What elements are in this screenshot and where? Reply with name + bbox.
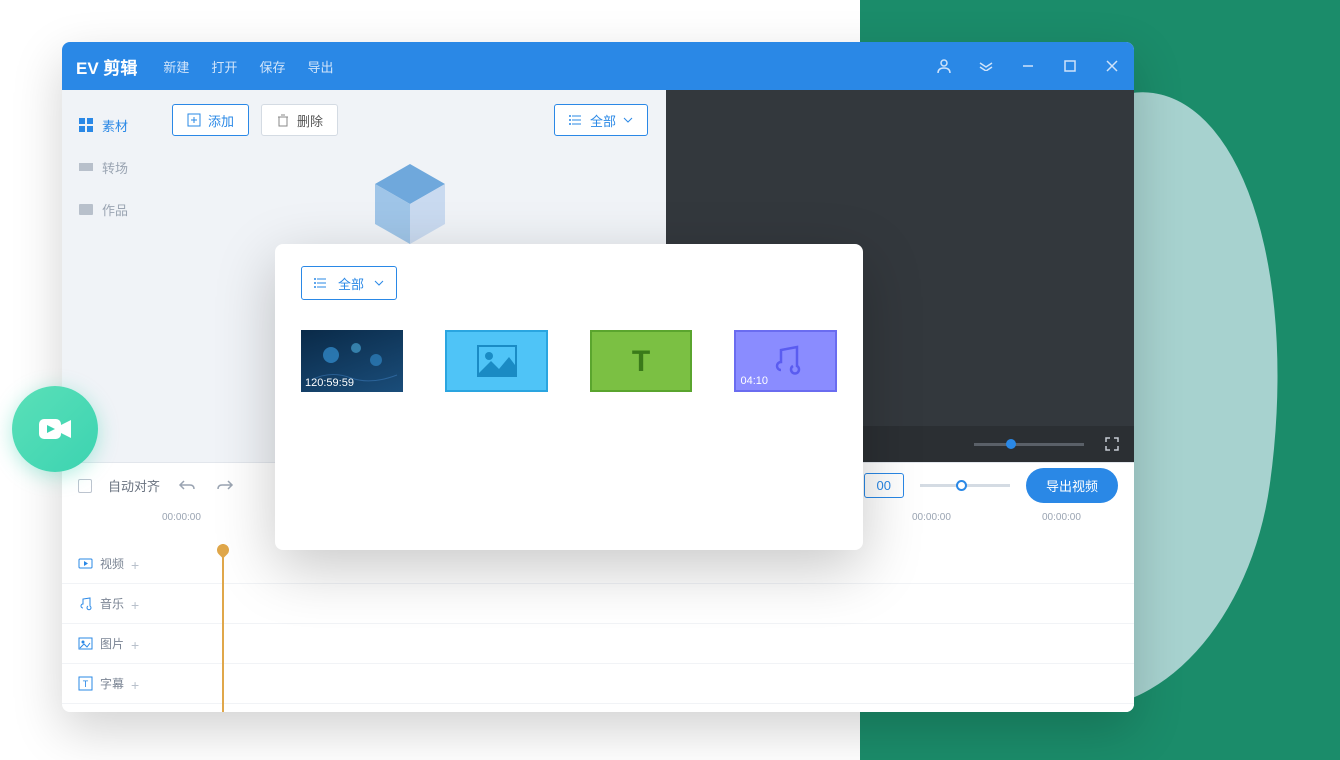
add-button[interactable]: 添加: [172, 104, 249, 136]
ruler-tick: 00:00:00: [1042, 512, 1081, 523]
menu-export[interactable]: 导出: [307, 57, 333, 76]
floating-app-icon: [12, 386, 98, 472]
popup-filter-button[interactable]: 全部: [301, 266, 397, 300]
material-popup: 全部 120:59:59 T 04:10: [275, 244, 863, 550]
transition-icon: [78, 159, 94, 175]
chevron-down-icon: [374, 280, 384, 286]
redo-button[interactable]: [214, 475, 236, 497]
add-track-button[interactable]: +: [131, 597, 145, 611]
thumbnail-text[interactable]: T: [590, 330, 693, 392]
thumbnail-image[interactable]: [445, 330, 548, 392]
maximize-icon[interactable]: [1062, 58, 1078, 74]
sidebar-item-transition[interactable]: 转场: [62, 146, 154, 188]
add-track-button[interactable]: +: [131, 557, 145, 571]
export-video-button[interactable]: 导出视频: [1026, 468, 1118, 503]
sidebar-item-label: 转场: [102, 158, 128, 177]
menu-new[interactable]: 新建: [163, 57, 189, 76]
chevron-down-icon: [623, 117, 633, 123]
sidebar-item-material[interactable]: 素材: [62, 104, 154, 146]
dropdown-icon[interactable]: [978, 58, 994, 74]
folder-icon: [78, 201, 94, 217]
menu-save[interactable]: 保存: [259, 57, 285, 76]
filter-all-button[interactable]: 全部: [554, 104, 648, 136]
delete-button[interactable]: 删除: [261, 104, 338, 136]
main-menu: 新建 打开 保存 导出: [163, 57, 333, 76]
sidebar-item-works[interactable]: 作品: [62, 188, 154, 230]
ruler-tick: 00:00:00: [162, 512, 201, 523]
auto-align-label: 自动对齐: [108, 476, 160, 495]
volume-slider[interactable]: [974, 443, 1084, 446]
zoom-slider[interactable]: [920, 484, 1010, 487]
video-icon: [78, 556, 93, 571]
close-icon[interactable]: [1104, 58, 1120, 74]
thumbnail-duration: 120:59:59: [305, 377, 354, 389]
sidebar-item-label: 作品: [102, 200, 128, 219]
grid-icon: [78, 117, 94, 133]
camera-icon: [35, 409, 75, 449]
menu-open[interactable]: 打开: [211, 57, 237, 76]
minimize-icon[interactable]: [1020, 58, 1036, 74]
title-bar: EV 剪辑 新建 打开 保存 导出: [62, 42, 1134, 90]
thumbnail-video[interactable]: 120:59:59: [301, 330, 403, 392]
music-icon: [78, 596, 93, 611]
timeline-tracks: 视频+ 音乐+ 图片+ T字幕+ 配音+: [62, 544, 1134, 712]
trash-icon: [276, 113, 290, 127]
fullscreen-icon[interactable]: [1104, 436, 1120, 452]
cube-illustration: [345, 164, 475, 244]
list-icon: [569, 114, 583, 126]
svg-text:T: T: [83, 679, 89, 689]
image-icon: [477, 345, 517, 377]
auto-align-checkbox[interactable]: [78, 479, 92, 493]
music-icon: [769, 344, 803, 378]
ruler-tick: 00:00:00: [912, 512, 951, 523]
thumbnail-duration: 04:10: [740, 375, 768, 387]
material-thumbnails: 120:59:59 T 04:10: [301, 330, 837, 392]
image-icon: [78, 636, 93, 651]
playhead[interactable]: [222, 544, 224, 712]
text-icon: T: [78, 676, 93, 691]
plus-icon: [187, 113, 201, 127]
add-track-button[interactable]: +: [131, 677, 145, 691]
svg-text:T: T: [632, 345, 650, 378]
user-icon[interactable]: [936, 58, 952, 74]
window-controls: [936, 58, 1120, 74]
content-toolbar: 添加 删除 全部: [172, 104, 648, 136]
thumbnail-audio[interactable]: 04:10: [734, 330, 837, 392]
list-icon: [314, 277, 328, 289]
app-title: EV 剪辑: [76, 54, 137, 79]
sidebar-item-label: 素材: [102, 116, 128, 135]
text-icon: T: [621, 341, 661, 381]
add-track-button[interactable]: +: [131, 637, 145, 651]
undo-button[interactable]: [176, 475, 198, 497]
timecode-display[interactable]: 00: [864, 473, 904, 498]
